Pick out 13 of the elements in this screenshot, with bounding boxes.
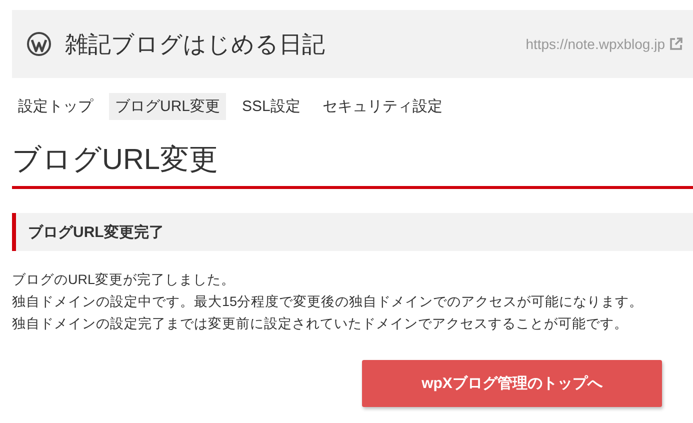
back-to-top-button[interactable]: wpXブログ管理のトップへ	[362, 360, 662, 407]
page-heading: ブログURL変更	[12, 140, 693, 189]
message-text: 独自ドメインの設定中です。最大15分程度で変更後の独自ドメインでのアクセスが可能になります。	[12, 293, 644, 311]
message-text: 独自ドメインの設定完了までは変更前に設定されていたドメインでアクセスすることが可能です。	[12, 315, 629, 333]
section-heading: ブログURL変更完了	[12, 213, 693, 251]
nav-tab[interactable]: 設定トップ	[12, 93, 99, 120]
blog-title: 雑記ブログはじめる日記	[65, 30, 326, 58]
external-link-icon[interactable]	[669, 37, 683, 51]
nav-tab[interactable]: セキュリティ設定	[316, 93, 448, 120]
nav-tab[interactable]: SSL設定	[236, 93, 306, 120]
message-text: ブログのURL変更が完了しました。	[12, 271, 236, 289]
logo-icon	[27, 32, 51, 56]
nav-tab[interactable]: ブログURL変更	[109, 93, 226, 120]
